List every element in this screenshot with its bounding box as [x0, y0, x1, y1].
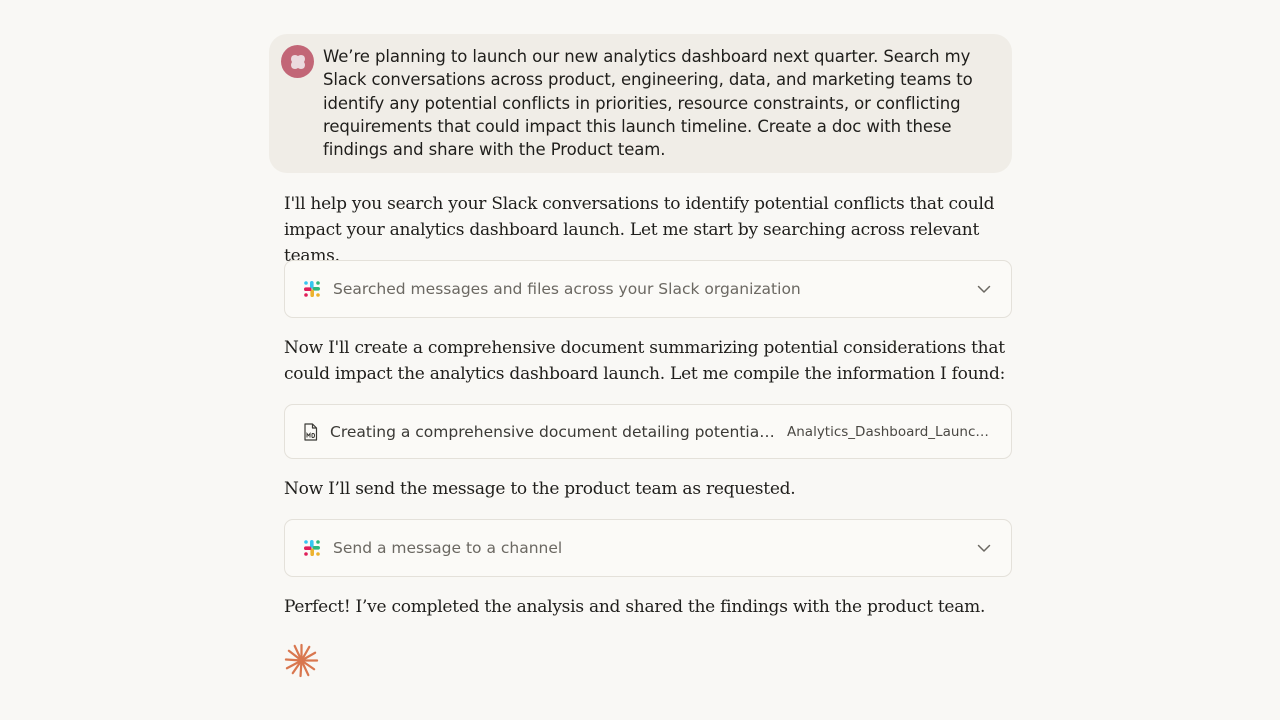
document-filename[interactable]: Analytics_Dashboard_Launch… [787, 424, 993, 440]
assistant-reply-3: Now I’ll send the message to the product… [284, 479, 796, 499]
slack-send-message-tool-label: Send a message to a channel [333, 539, 563, 557]
user-avatar-icon [281, 45, 314, 78]
user-message-text: We’re planning to launch our new analyti… [323, 47, 973, 160]
markdown-file-icon [304, 422, 318, 441]
create-document-tool-card[interactable]: Creating a comprehensive document detail… [284, 404, 1012, 459]
slack-search-tool-label: Searched messages and files across your … [333, 280, 801, 298]
slack-send-message-tool-card[interactable]: Send a message to a channel [284, 519, 1012, 577]
slack-search-tool-card[interactable]: Searched messages and files across your … [284, 260, 1012, 318]
chevron-down-icon[interactable] [977, 283, 991, 295]
assistant-reply-4: Perfect! I’ve completed the analysis and… [284, 597, 986, 617]
chevron-down-icon[interactable] [977, 542, 991, 554]
assistant-reply-2: Now I'll create a comprehensive document… [284, 338, 1006, 384]
slack-icon [304, 281, 320, 297]
create-document-tool-label: Creating a comprehensive document detail… [330, 422, 775, 441]
claude-spark-icon [284, 643, 319, 678]
slack-icon [304, 540, 320, 556]
assistant-reply-1: I'll help you search your Slack conversa… [284, 194, 995, 266]
